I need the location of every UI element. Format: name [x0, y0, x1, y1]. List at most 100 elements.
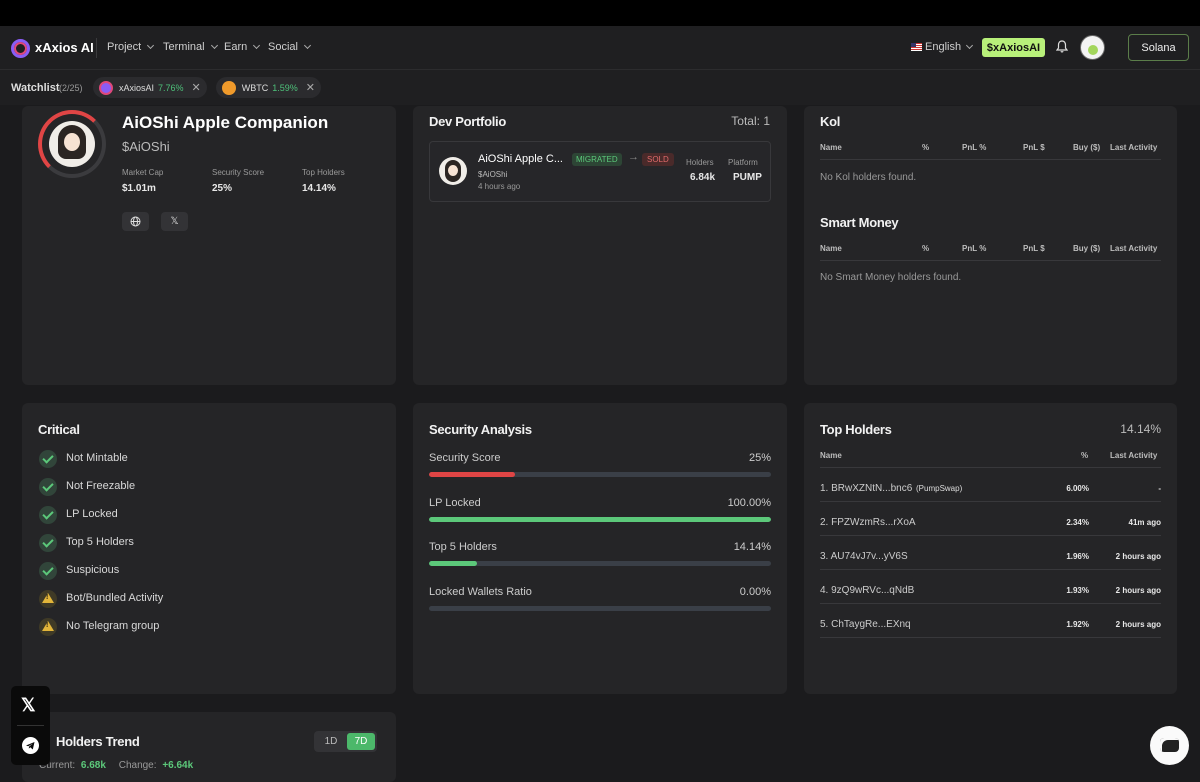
language-label: English [925, 41, 962, 53]
nav-divider [96, 38, 97, 58]
website-link-button[interactable] [122, 212, 149, 231]
critical-item-label: Suspicious [66, 564, 120, 576]
token-name: AiOShi Apple Companion [122, 113, 329, 132]
trend-summary: Current: 6.68k Change: +6.64k [39, 760, 193, 771]
watchlist-chip-xaxiosai[interactable]: xAxiosAI 7.76% ✕ [93, 77, 207, 98]
x-link-button[interactable]: 𝕏 [161, 212, 188, 231]
sold-badge: SOLD [642, 153, 674, 166]
holder-address: 4. 9zQ9wRVc...qNdB [820, 585, 915, 596]
language-selector[interactable]: English [911, 41, 974, 53]
stat-label: Security Score [212, 168, 265, 177]
kol-empty-message: No Kol holders found. [820, 172, 917, 183]
brand-logo-icon[interactable] [11, 39, 30, 58]
watchlist-count: (2/25) [59, 83, 83, 93]
bell-icon[interactable] [1055, 40, 1069, 56]
stat-value: 25% [212, 183, 233, 194]
telegram-icon[interactable] [22, 737, 39, 754]
sm-col-pnl-usd: PnL $ [1023, 244, 1045, 253]
top-holders-title: Top Holders [820, 422, 892, 437]
platform-label: Platform [728, 158, 758, 167]
token-avatar [439, 157, 467, 185]
dev-portfolio-item[interactable]: AiOShi Apple C... MIGRATED → SOLD $AiOSh… [429, 141, 771, 202]
top-holders-total: 14.14% [1120, 422, 1161, 436]
nav-earn[interactable]: Earn [224, 41, 261, 53]
dev-portfolio-total: Total: 1 [731, 114, 770, 128]
holder-address: 2. FPZWzmRs...rXoA [820, 517, 916, 528]
holder-pct: 1.93% [1066, 586, 1089, 595]
check-icon [39, 562, 57, 580]
critical-card: Critical Not Mintable Not Freezable LP L… [22, 403, 396, 694]
chip-symbol: WBTC [241, 82, 269, 93]
divider [820, 603, 1161, 604]
col-last-activity: Last Activity [1110, 451, 1158, 460]
security-row-value: 14.14% [733, 541, 771, 553]
warning-icon [39, 618, 57, 636]
critical-item-label: No Telegram group [66, 620, 160, 632]
security-row-value: 100.00% [727, 497, 771, 509]
range-7d-button[interactable]: 7D [347, 733, 375, 750]
critical-item-label: Top 5 Holders [66, 536, 134, 548]
remove-icon[interactable]: ✕ [306, 81, 315, 94]
watchlist-label: Watchlist [11, 82, 60, 94]
floating-social-bar: 𝕏 [11, 686, 50, 765]
sm-col-last-activity: Last Activity [1110, 244, 1158, 253]
holder-address: 5. ChTaygRe...EXnq [820, 619, 911, 630]
warning-icon [39, 590, 57, 608]
security-score-bar-fill [429, 472, 515, 477]
divider [820, 535, 1161, 536]
top5-holders-bar-fill [429, 561, 478, 566]
holder-last-activity: 2 hours ago [1115, 552, 1161, 561]
ticker-button[interactable]: $xAxiosAI [982, 38, 1045, 57]
ai-assistant-bot-icon[interactable] [1150, 726, 1189, 765]
holder-tag: (PumpSwap) [916, 484, 963, 493]
check-icon [39, 506, 57, 524]
critical-item-label: Not Freezable [66, 480, 136, 492]
smart-money-title: Smart Money [820, 215, 899, 230]
lp-locked-bar-fill [429, 517, 771, 522]
holder-pct: 1.92% [1066, 620, 1089, 629]
brand-name[interactable]: xAxios AI [35, 40, 94, 55]
nav-terminal-label: Terminal [163, 41, 205, 53]
watchlist-chip-wbtc[interactable]: WBTC 1.59% ✕ [216, 77, 321, 98]
holder-last-activity: - [1158, 484, 1161, 493]
remove-icon[interactable]: ✕ [192, 81, 201, 94]
nav-social-label: Social [268, 41, 298, 53]
user-avatar[interactable] [1080, 35, 1105, 60]
chevron-down-icon [303, 41, 312, 50]
nav-social[interactable]: Social [268, 41, 312, 53]
stat-value: 14.14% [302, 183, 336, 194]
x-icon[interactable]: 𝕏 [21, 695, 36, 716]
stat-market-cap: Market Cap $1.01m [122, 168, 163, 194]
x-icon: 𝕏 [170, 216, 179, 227]
arrow-icon: → [628, 151, 639, 163]
critical-item-label: LP Locked [66, 508, 118, 520]
range-toggle: 1D 7D [314, 731, 377, 752]
holder-last-activity: 2 hours ago [1115, 620, 1161, 629]
kol-col-pct: % [922, 143, 930, 152]
top-strip [0, 0, 1200, 26]
stat-value: $1.01m [122, 183, 156, 194]
security-title: Security Analysis [429, 422, 532, 437]
globe-icon [130, 216, 141, 227]
locked-wallets-bar [429, 606, 771, 611]
holders-value: 6.84k [690, 172, 716, 183]
chain-selector-button[interactable]: Solana [1128, 34, 1189, 61]
check-icon [39, 450, 57, 468]
security-row-label: Security Score [429, 452, 501, 464]
range-1d-button[interactable]: 1D [317, 733, 345, 750]
holders-trend-card: Holders Trend 1D 7D Current: 6.68k Chang… [22, 712, 396, 782]
nav-terminal[interactable]: Terminal [163, 41, 218, 53]
kol-title: Kol [820, 114, 841, 129]
chevron-down-icon [253, 41, 261, 50]
security-row-value: 25% [748, 452, 771, 464]
security-row-value: 0.00% [739, 586, 771, 598]
nav-project[interactable]: Project [107, 41, 155, 53]
change-value: +6.64k [162, 760, 194, 771]
holder-pct: 1.96% [1066, 552, 1089, 561]
change-label: Change: [118, 760, 157, 771]
holder-last-activity: 2 hours ago [1115, 586, 1161, 595]
watchlist-bar: Watchlist (2/25) xAxiosAI 7.76% ✕ WBTC 1… [0, 70, 1200, 105]
holder-pct: 2.34% [1066, 518, 1089, 527]
token-avatar [49, 121, 95, 167]
stat-label: Market Cap [122, 168, 164, 177]
